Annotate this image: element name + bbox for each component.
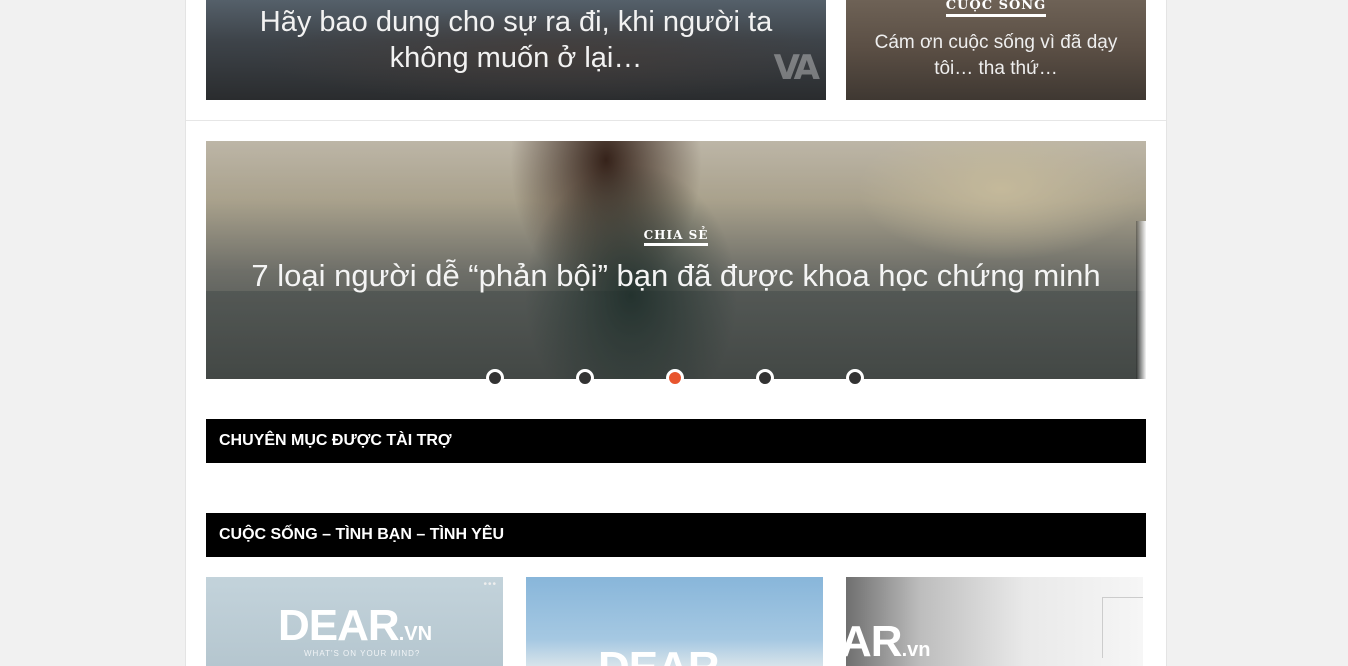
- featured-slider[interactable]: CHIA SẺ 7 loại người dễ “phản bội” bạn đ…: [206, 141, 1146, 379]
- more-icon: •••: [483, 579, 497, 590]
- slider-title[interactable]: 7 loại người dễ “phản bội” bạn đã được k…: [206, 258, 1146, 294]
- post-thumbnail-3[interactable]: AR.vn: [846, 577, 1143, 666]
- category-label[interactable]: CUỘC SỐNG: [945, 0, 1047, 17]
- category-label[interactable]: CHIA SẺ: [643, 228, 709, 246]
- slider-pagination: [186, 369, 1166, 387]
- featured-post-card[interactable]: Hãy bao dung cho sự ra đi, khi người ta …: [206, 0, 826, 100]
- thumbnail-background-lines: [1102, 597, 1143, 658]
- slider-dot-2[interactable]: [576, 369, 594, 387]
- dear-logo: DEAR: [598, 643, 720, 666]
- va-logo: VA: [773, 48, 820, 88]
- section-heading-sponsored: CHUYÊN MỤC ĐƯỢC TÀI TRỢ: [206, 419, 1146, 463]
- post-category[interactable]: CUỘC SỐNG: [846, 0, 1146, 17]
- section-divider: [186, 120, 1166, 121]
- main-container: Hãy bao dung cho sự ra đi, khi người ta …: [185, 0, 1167, 666]
- slider-dot-4[interactable]: [756, 369, 774, 387]
- post-title[interactable]: Cám ơn cuộc sống vì đã dạy tôi… tha thứ…: [866, 30, 1126, 82]
- section-heading-life: CUỘC SỐNG – TÌNH BẠN – TÌNH YÊU: [206, 513, 1146, 557]
- slider-category[interactable]: CHIA SẺ: [206, 228, 1146, 246]
- dear-logo: DEAR.VN: [278, 601, 433, 650]
- logo-tagline: WHAT'S ON YOUR MIND?: [304, 649, 421, 658]
- post-thumbnail-1[interactable]: ••• DEAR.VN WHAT'S ON YOUR MIND?: [206, 577, 503, 666]
- slider-dot-3-active[interactable]: [666, 369, 684, 387]
- dear-logo: AR.vn: [846, 617, 931, 666]
- slider-edge-shadow: [1136, 221, 1146, 379]
- featured-post-title[interactable]: Hãy bao dung cho sự ra đi, khi người ta …: [246, 4, 786, 76]
- post-thumbnail-2[interactable]: DEAR: [526, 577, 823, 666]
- slider-dot-5[interactable]: [846, 369, 864, 387]
- slider-dot-1[interactable]: [486, 369, 504, 387]
- post-card-cuoc-song[interactable]: CUỘC SỐNG Cám ơn cuộc sống vì đã dạy tôi…: [846, 0, 1146, 100]
